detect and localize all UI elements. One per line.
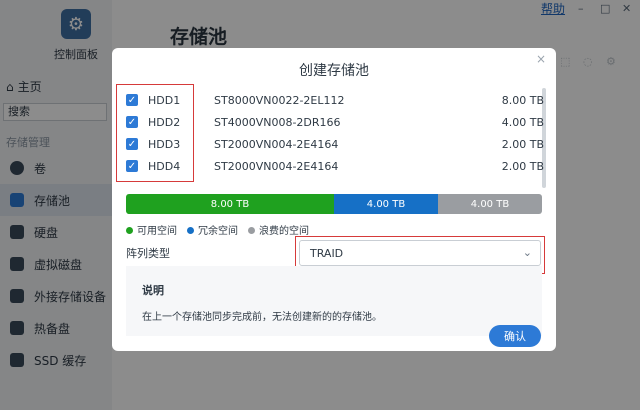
create-storage-pool-dialog: 创建存储池 × ✓ HDD1 ST8000VN0022-2EL112 8.00 … — [112, 48, 556, 351]
legend-item: 浪费的空间 — [248, 222, 309, 237]
disk-model: ST2000VN004-2E4164 — [214, 159, 339, 173]
capacity-wasted-segment: 4.00 TB — [438, 194, 542, 214]
disk-size: 8.00 TB — [501, 93, 544, 107]
legend-item: 可用空间 — [126, 222, 177, 237]
capacity-redundant-segment: 4.00 TB — [334, 194, 438, 214]
info-panel: 说明 在上一个存储池同步完成前，无法创建新的的存储池。 — [126, 266, 542, 336]
info-text: 在上一个存储池同步完成前，无法创建新的的存储池。 — [142, 312, 382, 323]
disk-size: 4.00 TB — [501, 115, 544, 129]
capacity-available-segment: 8.00 TB — [126, 194, 334, 214]
close-icon[interactable]: × — [536, 52, 546, 66]
disk-size: 2.00 TB — [501, 159, 544, 173]
legend-dot-icon — [248, 227, 255, 234]
legend-label: 冗余空间 — [198, 226, 238, 237]
array-type-label: 阵列类型 — [126, 247, 170, 260]
capacity-bar: 8.00 TB 4.00 TB 4.00 TB — [126, 194, 542, 214]
dialog-title: 创建存储池 — [299, 63, 369, 79]
disk-size: 2.00 TB — [501, 137, 544, 151]
highlight-box — [116, 84, 194, 182]
disk-model: ST4000VN008-2DR166 — [214, 115, 341, 129]
legend-label: 可用空间 — [137, 226, 177, 237]
confirm-button[interactable]: 确认 — [489, 325, 541, 347]
legend-dot-icon — [126, 227, 133, 234]
capacity-legend: 可用空间 冗余空间 浪费的空间 — [126, 222, 309, 237]
info-title: 说明 — [142, 284, 164, 297]
disk-model: ST8000VN0022-2EL112 — [214, 93, 345, 107]
legend-dot-icon — [187, 227, 194, 234]
legend-item: 冗余空间 — [187, 222, 238, 237]
disk-model: ST2000VN004-2E4164 — [214, 137, 339, 151]
